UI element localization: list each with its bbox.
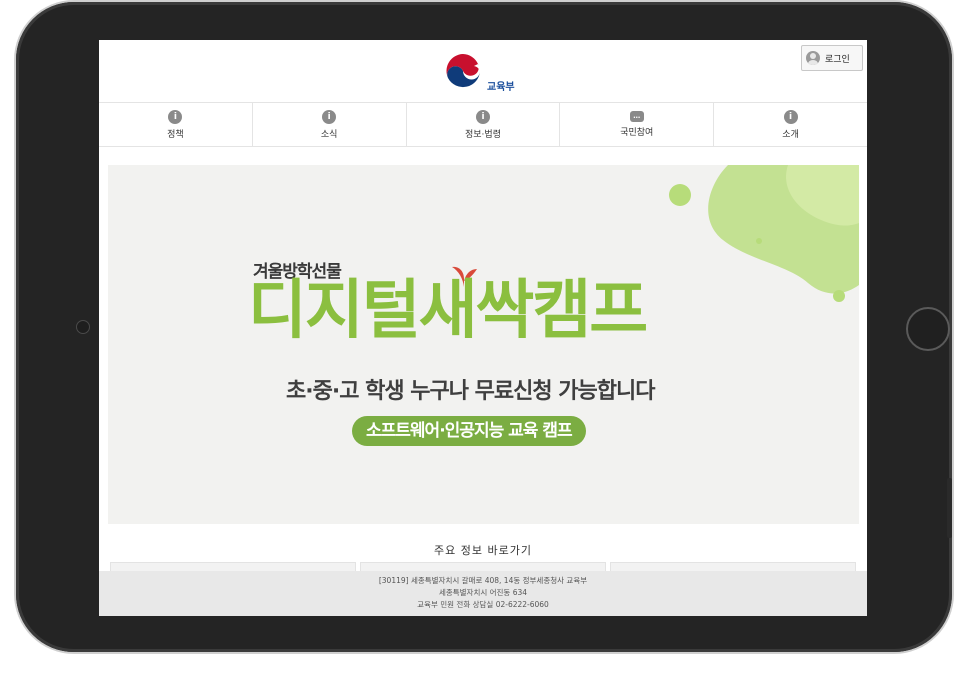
footer-address2: 세종특별자치시 어진동 634 <box>438 588 528 597</box>
ministry-name[interactable]: 교육부 <box>487 78 515 93</box>
banner-pill: 소프트웨어·인공지능 교육 캠프 <box>352 416 586 446</box>
main-nav: i 정책 i 소식 i 정보·법령 … 국민참여 i 소개 <box>99 102 867 147</box>
nav-label: 소식 <box>320 129 338 140</box>
nav-label: 국민참여 <box>620 128 654 138</box>
camera <box>76 320 90 334</box>
user-icon <box>806 51 820 65</box>
nav-item-participation[interactable]: … 국민참여 <box>560 103 715 146</box>
footer-phone: 교육부 민원 전화 상담실 02-6222-6060 <box>417 600 549 609</box>
quick-links-title: 주요 정보 바로가기 <box>434 544 532 557</box>
home-button[interactable] <box>906 307 950 351</box>
login-button[interactable]: 로그인 <box>801 45 863 71</box>
hero-banner[interactable]: 겨울방학선물 디지털새싹캠프 초·중·고 학생 누구나 무료신청 가능합니다 소… <box>108 165 859 524</box>
nav-item-about[interactable]: i 소개 <box>714 103 867 146</box>
info-icon: i <box>475 109 490 124</box>
site-header: 교육부 로그인 <box>99 40 867 102</box>
nav-item-info-law[interactable]: i 정보·법령 <box>407 103 561 146</box>
side-button[interactable] <box>947 478 952 538</box>
screen: 교육부 로그인 i 정책 i 소식 i 정보·법령 … 국민참여 i 소개 겨울… <box>99 40 867 616</box>
nav-item-policy[interactable]: i 정책 <box>99 103 253 146</box>
nav-item-news[interactable]: i 소식 <box>253 103 407 146</box>
banner-line: 초·중·고 학생 누구나 무료신청 가능합니다 <box>286 379 655 404</box>
site-footer: [30119] 세종특별자치시 갈매로 408, 14동 정부세종청사 교육부 … <box>99 571 867 616</box>
government-emblem-icon[interactable] <box>444 52 482 90</box>
login-label: 로그인 <box>825 54 850 65</box>
info-icon: i <box>783 109 798 124</box>
nav-label: 소개 <box>782 129 799 140</box>
chat-icon: … <box>629 111 644 122</box>
banner-title: 디지털새싹캠프 <box>248 274 648 348</box>
nav-label: 정책 <box>167 129 184 140</box>
info-icon: i <box>322 109 337 124</box>
footer-address: [30119] 세종특별자치시 갈매로 408, 14동 정부세종청사 교육부 <box>378 576 588 585</box>
info-icon: i <box>168 109 183 124</box>
nav-label: 정보·법령 <box>465 129 501 140</box>
